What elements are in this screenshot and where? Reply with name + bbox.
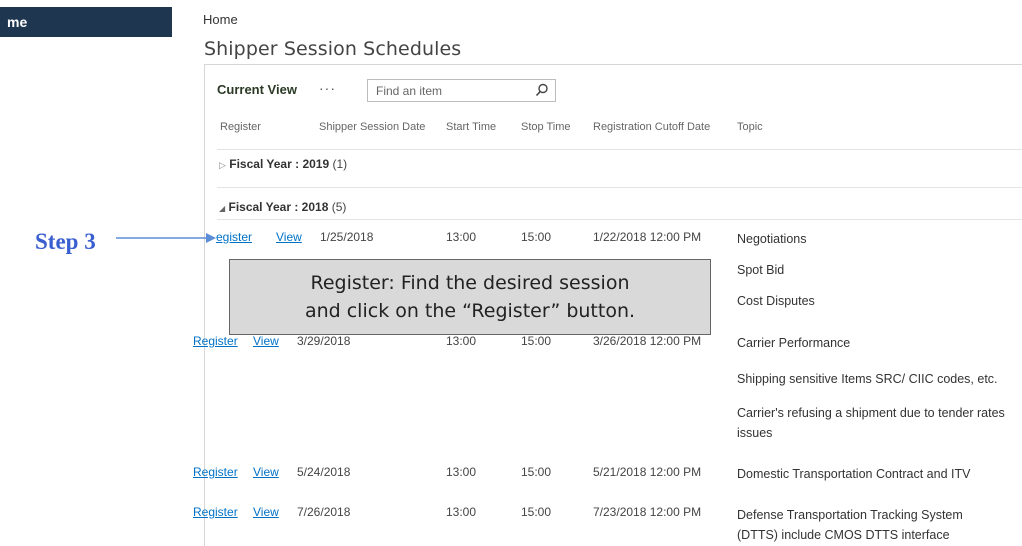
group-divider: [217, 149, 1022, 150]
view-link[interactable]: View: [253, 505, 279, 519]
register-link[interactable]: egister: [216, 230, 252, 244]
topic: Carrier's refusing a shipment due to ten…: [737, 406, 1005, 440]
nav-home-item[interactable]: me: [0, 7, 172, 37]
start-time: 13:00: [446, 334, 477, 348]
stop-time: 15:00: [521, 334, 552, 348]
search-box[interactable]: [367, 79, 556, 102]
topic: Defense Transportation Tracking System (…: [737, 508, 963, 542]
view-link[interactable]: View: [276, 230, 302, 244]
view-link[interactable]: View: [253, 334, 279, 348]
topic: Carrier Performance: [737, 336, 851, 350]
instruction-callout: Register: Find the desired session and c…: [229, 259, 711, 335]
session-date: 3/29/2018: [297, 334, 351, 348]
topic: Negotiations: [737, 232, 807, 246]
topic: Shipping sensitive Items SRC/ CIIC codes…: [737, 372, 998, 386]
cutoff-date: 5/21/2018 12:00 PM: [593, 465, 702, 479]
more-options-button[interactable]: ···: [319, 80, 336, 96]
column-header-topic[interactable]: Topic: [737, 121, 763, 133]
session-date: 5/24/2018: [297, 465, 351, 479]
current-view-button[interactable]: Current View: [217, 82, 297, 97]
register-link[interactable]: Register: [193, 334, 238, 348]
search-icon[interactable]: [535, 83, 549, 97]
session-date: 1/25/2018: [320, 230, 374, 244]
group-prefix: Fiscal Year :: [229, 157, 303, 171]
start-time: 13:00: [446, 505, 477, 519]
topic: Domestic Transportation Contract and ITV: [737, 467, 971, 481]
group-divider: [217, 219, 1022, 220]
stop-time: 15:00: [521, 505, 552, 519]
group-count: (5): [331, 200, 347, 214]
column-header-session-date[interactable]: Shipper Session Date: [319, 121, 425, 133]
start-time: 13:00: [446, 230, 477, 244]
column-header-cutoff-date[interactable]: Registration Cutoff Date: [593, 121, 710, 133]
column-header-stop-time[interactable]: Stop Time: [521, 121, 571, 133]
group-divider: [217, 187, 1022, 188]
page-title: Shipper Session Schedules: [204, 38, 462, 60]
register-link[interactable]: Register: [193, 505, 238, 519]
column-header-register[interactable]: Register: [220, 121, 261, 133]
expand-icon[interactable]: ▷: [219, 160, 226, 170]
cutoff-date: 7/23/2018 12:00 PM: [593, 505, 702, 519]
breadcrumb[interactable]: Home: [203, 12, 238, 27]
topic: Spot Bid: [737, 263, 785, 277]
group-year: 2019: [302, 157, 330, 171]
stop-time: 15:00: [521, 465, 552, 479]
search-input[interactable]: [368, 80, 526, 101]
nav-home-label: me: [7, 14, 28, 30]
group-prefix: Fiscal Year :: [228, 200, 302, 214]
step-3-label: Step 3: [35, 229, 96, 254]
callout-line-1: Register: Find the desired session: [310, 272, 630, 294]
callout-line-2: and click on the “Register” button.: [304, 300, 636, 322]
group-count: (1): [332, 157, 348, 171]
cutoff-date: 1/22/2018 12:00 PM: [593, 230, 702, 244]
start-time: 13:00: [446, 465, 477, 479]
stop-time: 15:00: [521, 230, 552, 244]
group-header-2018[interactable]: ◢ Fiscal Year : 2018 (5): [219, 200, 346, 214]
arrow-icon: [116, 233, 216, 243]
view-link[interactable]: View: [253, 465, 279, 479]
column-header-start-time[interactable]: Start Time: [446, 121, 496, 133]
cutoff-date: 3/26/2018 12:00 PM: [593, 334, 702, 348]
panel-border-top: [204, 64, 1022, 65]
group-year: 2018: [301, 200, 329, 214]
register-link[interactable]: Register: [193, 465, 238, 479]
topic: Cost Disputes: [737, 294, 815, 308]
session-date: 7/26/2018: [297, 505, 351, 519]
group-header-2019[interactable]: ▷ Fiscal Year : 2019 (1): [219, 157, 347, 171]
collapse-icon[interactable]: ◢: [219, 204, 225, 213]
